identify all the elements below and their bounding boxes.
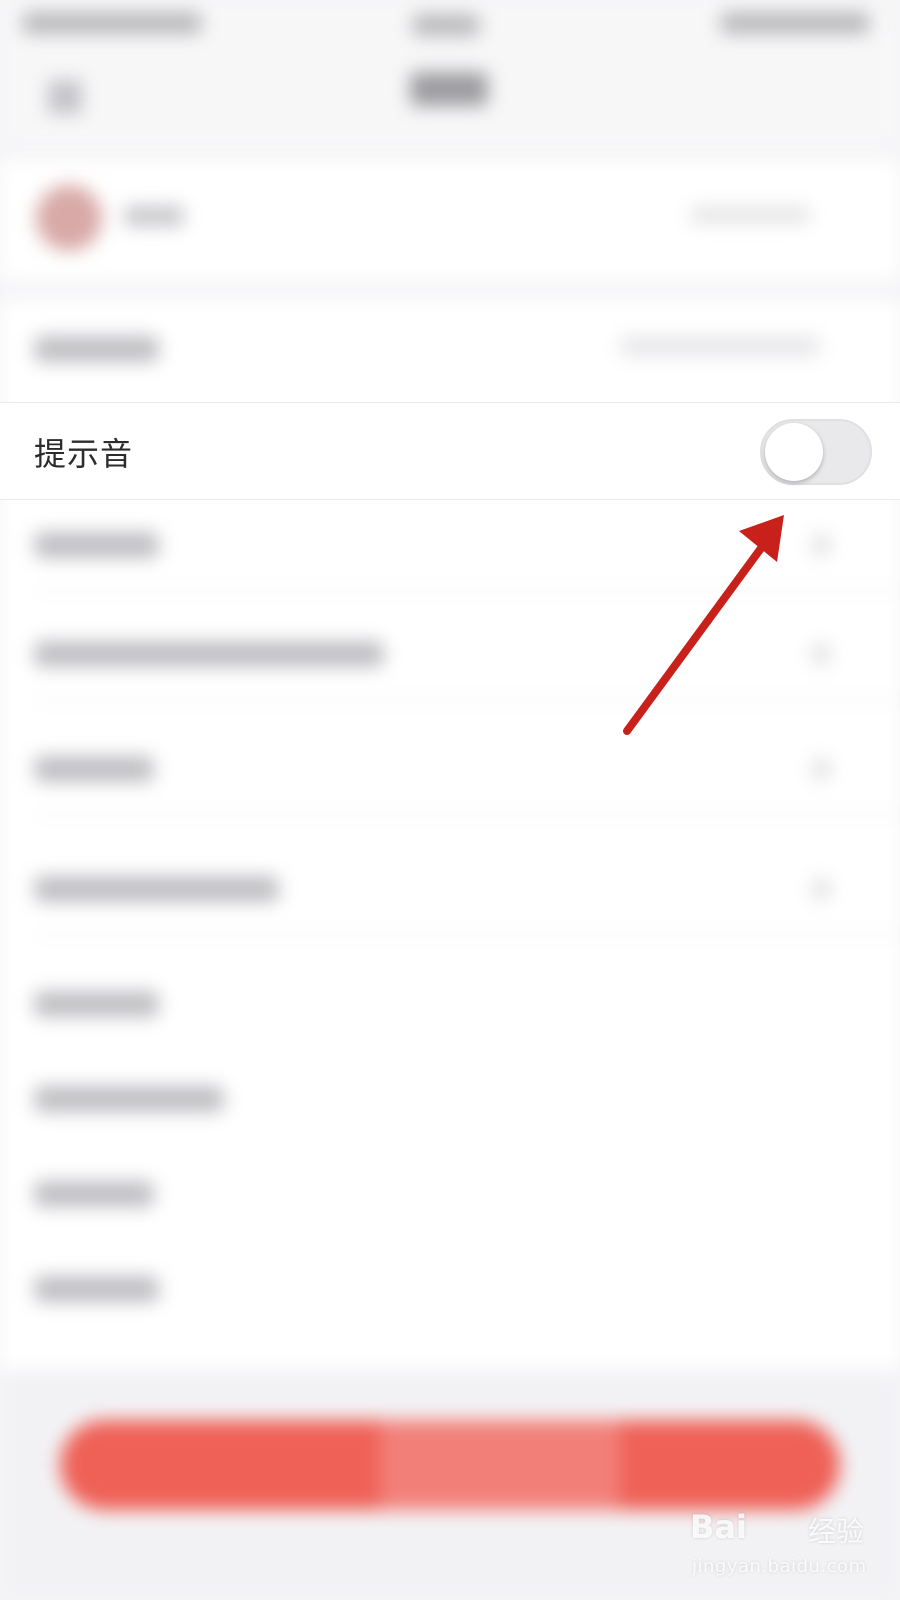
row-label-blur — [34, 1181, 154, 1207]
row-label-blur — [34, 991, 159, 1017]
settings-row-blurred[interactable] — [0, 300, 900, 396]
row-value-blur — [620, 336, 820, 356]
row-label-blur — [34, 532, 159, 558]
settings-row-blurred[interactable] — [0, 496, 900, 592]
settings-row-blurred[interactable] — [0, 1145, 900, 1241]
settings-row-blurred[interactable] — [0, 1240, 900, 1336]
status-bar-time-blur — [412, 14, 480, 36]
row-label-blur — [34, 336, 159, 362]
divider — [36, 814, 900, 816]
divider — [36, 699, 900, 701]
watermark-brand: Bai — [690, 1508, 747, 1546]
watermark-brand-suffix: 经验 — [808, 1515, 865, 1548]
settings-row-blurred[interactable] — [0, 605, 900, 701]
account-name-blur — [124, 206, 184, 226]
notification-sound-toggle[interactable] — [760, 419, 872, 485]
divider — [36, 934, 900, 936]
status-bar-right-blur — [720, 12, 870, 34]
watermark: Bai 经验 jingyan.baidu.com — [690, 1500, 880, 1590]
chevron-right-icon — [812, 878, 830, 900]
settings-row-blurred[interactable] — [0, 955, 900, 1051]
avatar — [36, 185, 102, 251]
logout-button-label-blur — [380, 1420, 620, 1510]
chevron-right-icon — [812, 643, 830, 665]
page-title-blur — [410, 72, 488, 106]
status-bar-left-blur — [22, 12, 202, 34]
chevron-right-icon — [812, 758, 830, 780]
settings-row-blurred[interactable] — [0, 720, 900, 816]
account-card[interactable] — [0, 160, 900, 280]
settings-row-blurred[interactable] — [0, 1050, 900, 1146]
settings-row-blurred[interactable] — [0, 840, 900, 936]
row-label-blur — [34, 756, 154, 782]
settings-screen: 提示音 Bai 经验 jingyan.baidu.com — [0, 0, 900, 1600]
account-extra-blur — [690, 206, 810, 224]
notification-sound-label: 提示音 — [34, 435, 134, 473]
status-bar — [0, 0, 900, 50]
logout-button[interactable] — [60, 1420, 840, 1510]
row-label-blur — [34, 1276, 159, 1302]
divider — [36, 590, 900, 592]
watermark-url: jingyan.baidu.com — [692, 1556, 867, 1577]
row-label-blur — [34, 641, 384, 667]
chevron-right-icon — [812, 534, 830, 556]
toggle-knob — [765, 423, 823, 481]
row-label-blur — [34, 1086, 224, 1112]
row-label-blur — [34, 876, 279, 902]
back-icon[interactable] — [48, 80, 82, 114]
navigation-bar — [0, 50, 900, 145]
settings-row-notification-sound[interactable]: 提示音 — [0, 402, 900, 500]
